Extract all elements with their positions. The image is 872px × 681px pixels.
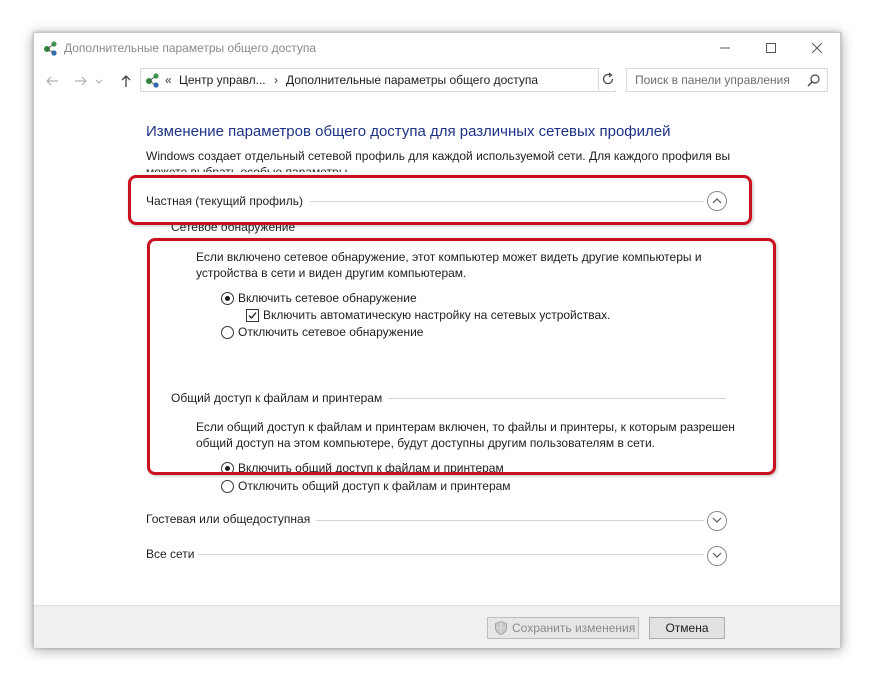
refresh-icon[interactable] (598, 68, 617, 90)
breadcrumb-parent[interactable]: Центр управл... (179, 73, 266, 87)
close-button[interactable] (794, 33, 840, 63)
network-icon (43, 40, 59, 56)
chevron-down-icon[interactable] (707, 546, 727, 566)
recent-dropdown-icon[interactable] (92, 71, 104, 91)
radio-unselected[interactable] (221, 480, 234, 493)
search-placeholder: Поиск в панели управления (635, 73, 790, 87)
profile-guest-header[interactable]: Гостевая или общедоступная (146, 512, 310, 526)
highlight-frame-profile (128, 175, 752, 225)
search-icon[interactable] (807, 73, 821, 87)
intro-text: Windows создает отдельный сетевой профил… (146, 149, 731, 172)
page-title: Изменение параметров общего доступа для … (146, 123, 671, 140)
network-icon (145, 72, 161, 88)
forward-arrow-icon[interactable] (71, 71, 91, 91)
maximize-button[interactable] (748, 33, 794, 63)
profile-all-header[interactable]: Все сети (146, 547, 195, 561)
address-bar[interactable]: « Центр управл... › Дополнительные парам… (140, 68, 696, 92)
breadcrumb-separator[interactable]: › (274, 73, 278, 87)
chevron-down-icon[interactable] (707, 511, 727, 531)
divider (198, 554, 704, 555)
navigation-bar: « Центр управл... › Дополнительные парам… (34, 67, 840, 95)
shield-icon (495, 621, 507, 635)
window-title: Дополнительные параметры общего доступа (64, 41, 317, 55)
breadcrumb-current[interactable]: Дополнительные параметры общего доступа (286, 73, 538, 87)
minimize-button[interactable] (702, 33, 748, 63)
up-arrow-icon[interactable] (116, 71, 136, 91)
highlight-frame-settings (147, 238, 776, 475)
save-label: Сохранить изменения (512, 621, 636, 635)
breadcrumb-overflow[interactable]: « (165, 73, 172, 87)
search-input[interactable]: Поиск в панели управления (626, 68, 828, 92)
back-arrow-icon[interactable] (42, 71, 62, 91)
cancel-button[interactable]: Отмена (649, 617, 725, 639)
divider (316, 520, 704, 521)
save-button[interactable]: Сохранить изменения (487, 617, 639, 639)
title-bar: Дополнительные параметры общего доступа (34, 33, 840, 63)
footer: Сохранить изменения Отмена (34, 605, 840, 648)
